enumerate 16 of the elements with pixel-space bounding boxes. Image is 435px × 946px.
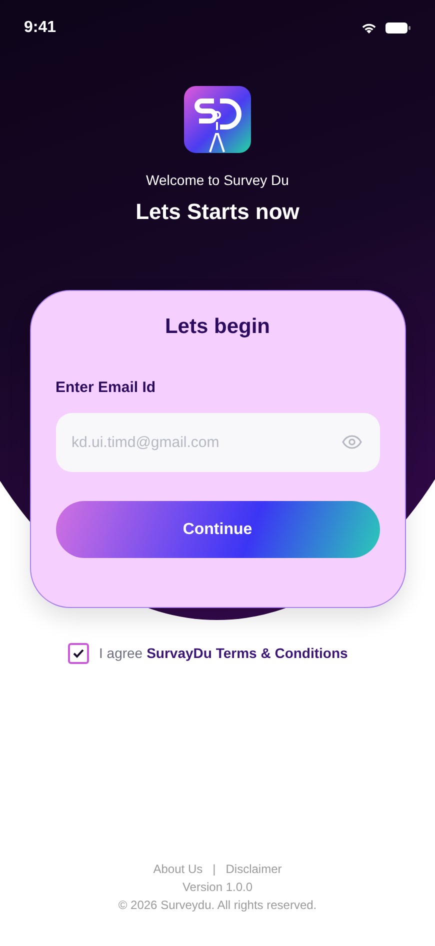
check-icon <box>73 649 84 658</box>
continue-button[interactable]: Continue <box>56 501 380 558</box>
headline: Lets Starts now <box>136 198 300 226</box>
version-text: Version 1.0.0 <box>182 879 253 896</box>
logo-icon <box>184 86 251 153</box>
terms-link[interactable]: SurvayDu Terms & Conditions <box>146 643 348 664</box>
field-label: Enter Email Id <box>56 378 156 398</box>
copyright-text: © 2026 Surveydu. All rights reserved. <box>118 897 317 914</box>
wifi-icon <box>361 22 377 34</box>
email-field[interactable]: kd.ui.timd@gmail.com <box>56 413 380 472</box>
separator: | <box>212 861 216 878</box>
agree-text: I agree <box>99 644 143 663</box>
agree-checkbox[interactable] <box>68 643 89 664</box>
welcome-text: Welcome to Survey Du <box>146 171 289 190</box>
card-title: Lets begin <box>164 314 271 340</box>
status-time: 9:41 <box>24 18 56 38</box>
